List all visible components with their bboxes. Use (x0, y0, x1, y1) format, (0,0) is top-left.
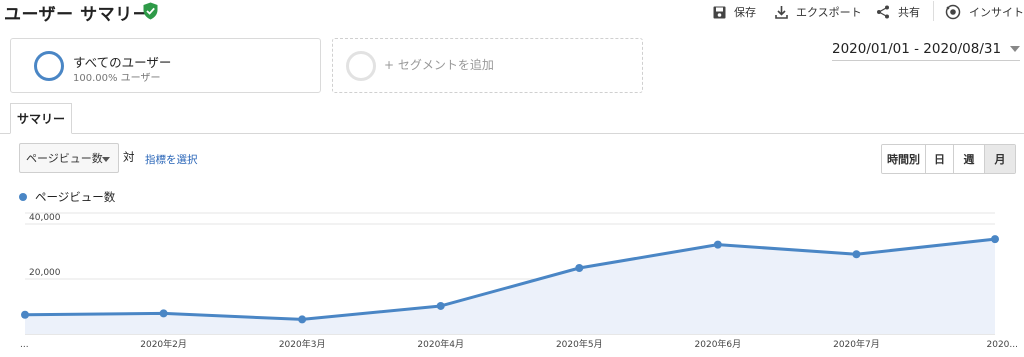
segment-all-users[interactable]: すべてのユーザー 100.00% ユーザー (10, 38, 321, 93)
vs-label: 対 (123, 150, 135, 164)
add-segment-label: + セグメントを追加 (384, 58, 494, 72)
x-tick-label: 2020年4月 (417, 338, 464, 350)
select-metric-link[interactable]: 指標を選択 (145, 152, 198, 167)
add-segment-button[interactable]: + セグメントを追加 (332, 38, 643, 93)
data-point (436, 301, 445, 310)
share-icon (877, 5, 889, 19)
empty-segment-ring-icon (346, 51, 376, 81)
y-tick-label: 20,000 (29, 268, 61, 278)
chevron-down-icon (102, 157, 110, 162)
x-tick-label: 2020年6月 (695, 338, 742, 350)
data-point (991, 235, 999, 244)
y-tick-label: 40,000 (29, 213, 61, 223)
insight-button[interactable]: インサイト (945, 3, 1024, 21)
tab-row-divider (0, 133, 1024, 134)
metric-select-value: ページビュー数 (26, 152, 103, 165)
x-tick-label: 2020年5月 (556, 338, 603, 350)
page-title: ユーザー サマリー (4, 5, 151, 25)
data-point (852, 250, 861, 259)
x-tick-label: 2020年3月 (279, 338, 326, 350)
metric-select[interactable]: ページビュー数 (19, 143, 119, 173)
insight-label: インサイト (969, 6, 1024, 19)
share-button[interactable]: 共有 (876, 3, 920, 21)
insight-icon (945, 4, 961, 20)
save-button[interactable]: 保存 (713, 3, 756, 21)
verified-shield-icon (143, 2, 158, 20)
save-icon (713, 6, 726, 18)
date-range-picker[interactable]: 2020/01/01 - 2020/08/31 (832, 41, 1020, 61)
granularity-toggle: 時間別 日 週 月 (881, 144, 1016, 174)
tab-summary[interactable]: サマリー (10, 103, 72, 134)
data-point (21, 310, 29, 319)
data-point (159, 309, 168, 318)
x-tick-label: 2020年7月 (833, 338, 880, 350)
download-icon (775, 6, 788, 19)
export-label: エクスポート (796, 6, 862, 19)
granularity-month-button[interactable]: 月 (985, 145, 1015, 173)
x-tick-label: ... (20, 340, 29, 350)
data-point (298, 315, 307, 324)
segment-ring-icon (34, 51, 64, 81)
pageviews-chart: 20,000 40,000... 2020年2月 2020年3月 2020年4月 2020… (20, 212, 1019, 350)
granularity-hour-button[interactable]: 時間別 (882, 145, 926, 173)
chevron-down-icon (1010, 46, 1020, 52)
share-label: 共有 (898, 6, 920, 19)
x-tick-label: 2020年2月 (140, 338, 187, 350)
top-toolbar: ユーザー サマリー 保存 エクスポート 共有 インサイト (0, 0, 1024, 25)
data-point (713, 240, 722, 249)
legend-dot (19, 193, 27, 201)
data-point (575, 264, 584, 272)
export-button[interactable]: エクスポート (775, 3, 862, 21)
toolbar-divider (933, 1, 934, 21)
granularity-week-button[interactable]: 週 (954, 145, 985, 173)
legend-label: ページビュー数 (35, 190, 116, 204)
granularity-day-button[interactable]: 日 (926, 145, 954, 173)
chart-legend: ページビュー数 (19, 189, 115, 205)
segment-detail: 100.00% ユーザー (73, 73, 161, 84)
save-label: 保存 (734, 6, 756, 19)
x-tick-label: 2020... (987, 340, 1019, 350)
date-range-text: 2020/01/01 - 2020/08/31 (832, 41, 1002, 57)
